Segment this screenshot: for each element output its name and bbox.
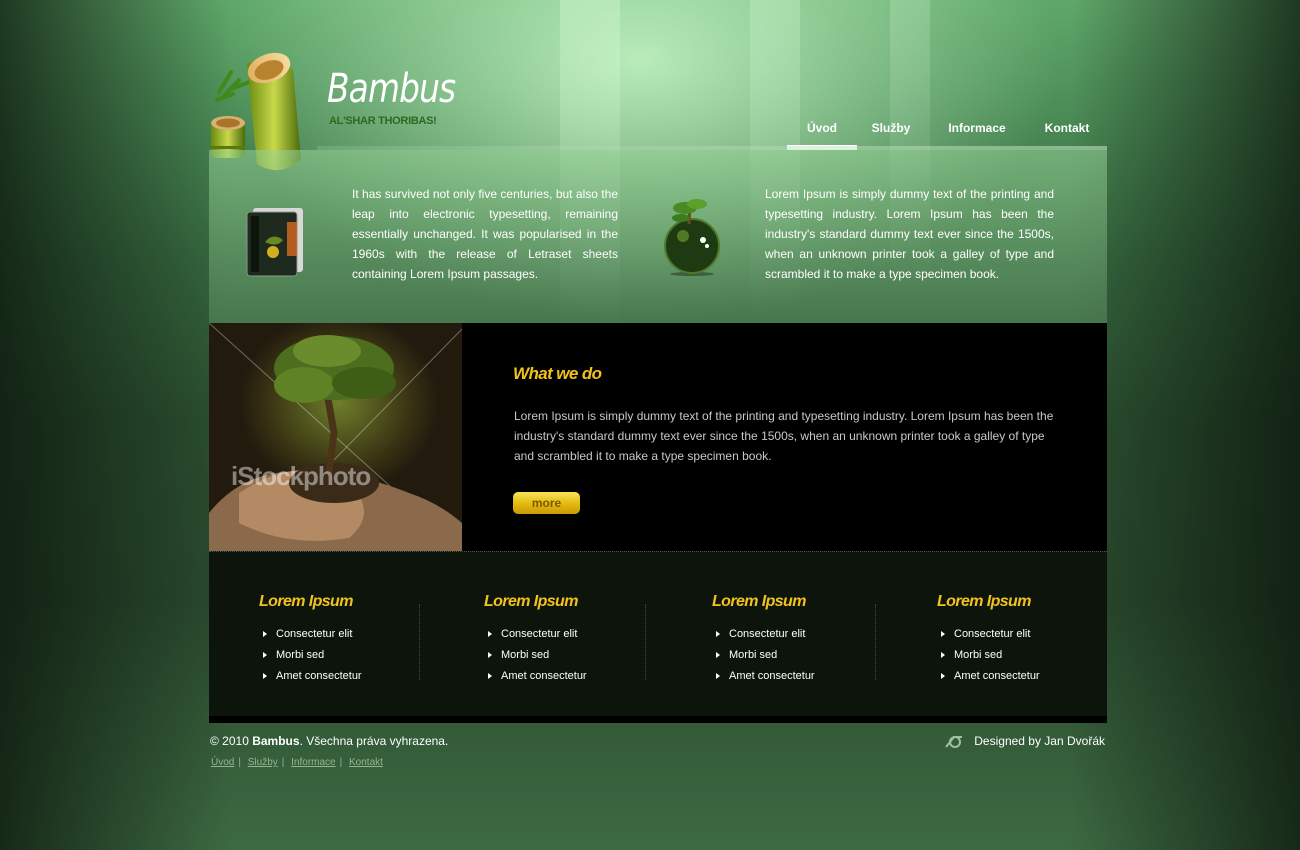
column-title: Lorem Ipsum xyxy=(259,593,353,610)
page-container: Bambus AL'SHAR THORIBAS! Úvod Služby Inf… xyxy=(209,0,1107,850)
copyright-brand: Bambus xyxy=(252,734,300,748)
column-link[interactable]: Consectetur elit xyxy=(261,627,362,648)
column-link[interactable]: Consectetur elit xyxy=(714,627,815,648)
column-link[interactable]: Morbi sed xyxy=(939,648,1040,669)
designer-credit[interactable]: Designed by Jan Dvořák xyxy=(974,734,1105,748)
footer-nav: Úvod | Služby | Informace | Kontakt xyxy=(211,757,383,768)
site-logo-text[interactable]: Bambus xyxy=(327,66,456,112)
column-divider xyxy=(419,604,420,680)
bonsai-globe-icon xyxy=(664,199,720,276)
tree-in-hands-photo: iStockphoto xyxy=(209,323,462,551)
column-link[interactable]: Morbi sed xyxy=(261,648,362,669)
column-link[interactable]: Amet consectetur xyxy=(486,669,587,690)
link-column: Lorem Ipsum Consectetur elit Morbi sed A… xyxy=(937,552,1097,712)
feature-band: It has survived not only five centuries,… xyxy=(209,150,1107,323)
what-we-do-body: Lorem Ipsum is simply dummy text of the … xyxy=(514,409,1054,463)
more-button[interactable]: more xyxy=(513,492,580,514)
column-link[interactable]: Consectetur elit xyxy=(939,627,1040,648)
column-title: Lorem Ipsum xyxy=(937,593,1031,610)
link-column: Lorem Ipsum Consectetur elit Morbi sed A… xyxy=(259,552,429,712)
column-link[interactable]: Amet consectetur xyxy=(714,669,815,690)
column-divider xyxy=(875,604,876,680)
column-link[interactable]: Amet consectetur xyxy=(939,669,1040,690)
columns-bottom-bar xyxy=(209,716,1107,723)
copyright-suffix: . Všechna práva vyhrazena. xyxy=(299,734,449,748)
footer-link-uvod[interactable]: Úvod xyxy=(211,757,234,768)
feature-text-right: Lorem Ipsum is simply dummy text of the … xyxy=(765,187,1054,281)
column-title: Lorem Ipsum xyxy=(484,593,578,610)
book-icon xyxy=(246,208,303,277)
link-column: Lorem Ipsum Consectetur elit Morbi sed A… xyxy=(712,552,882,712)
copyright-text: © 2010 Bambus. Všechna práva vyhrazena. xyxy=(210,734,448,748)
photo-watermark: iStockphoto xyxy=(231,461,371,491)
link-column: Lorem Ipsum Consectetur elit Morbi sed A… xyxy=(484,552,654,712)
link-columns: Lorem Ipsum Consectetur elit Morbi sed A… xyxy=(209,551,1107,719)
what-we-do-section: iStockphoto What we do Lorem Ipsum is si… xyxy=(209,323,1107,551)
footer-link-informace[interactable]: Informace xyxy=(291,757,335,768)
column-link[interactable]: Morbi sed xyxy=(714,648,815,669)
footer-link-kontakt[interactable]: Kontakt xyxy=(349,757,383,768)
column-divider xyxy=(645,604,646,680)
copyright-prefix: © 2010 xyxy=(210,734,253,748)
column-link[interactable]: Morbi sed xyxy=(486,648,587,669)
column-link[interactable]: Amet consectetur xyxy=(261,669,362,690)
column-title: Lorem Ipsum xyxy=(712,593,806,610)
designer-logo-icon xyxy=(945,736,962,748)
column-link[interactable]: Consectetur elit xyxy=(486,627,587,648)
what-we-do-title: What we do xyxy=(513,364,602,383)
site-tagline: AL'SHAR THORIBAS! xyxy=(329,115,437,127)
footer-link-sluzby[interactable]: Služby xyxy=(248,757,278,768)
feature-text-left: It has survived not only five centuries,… xyxy=(352,187,618,281)
